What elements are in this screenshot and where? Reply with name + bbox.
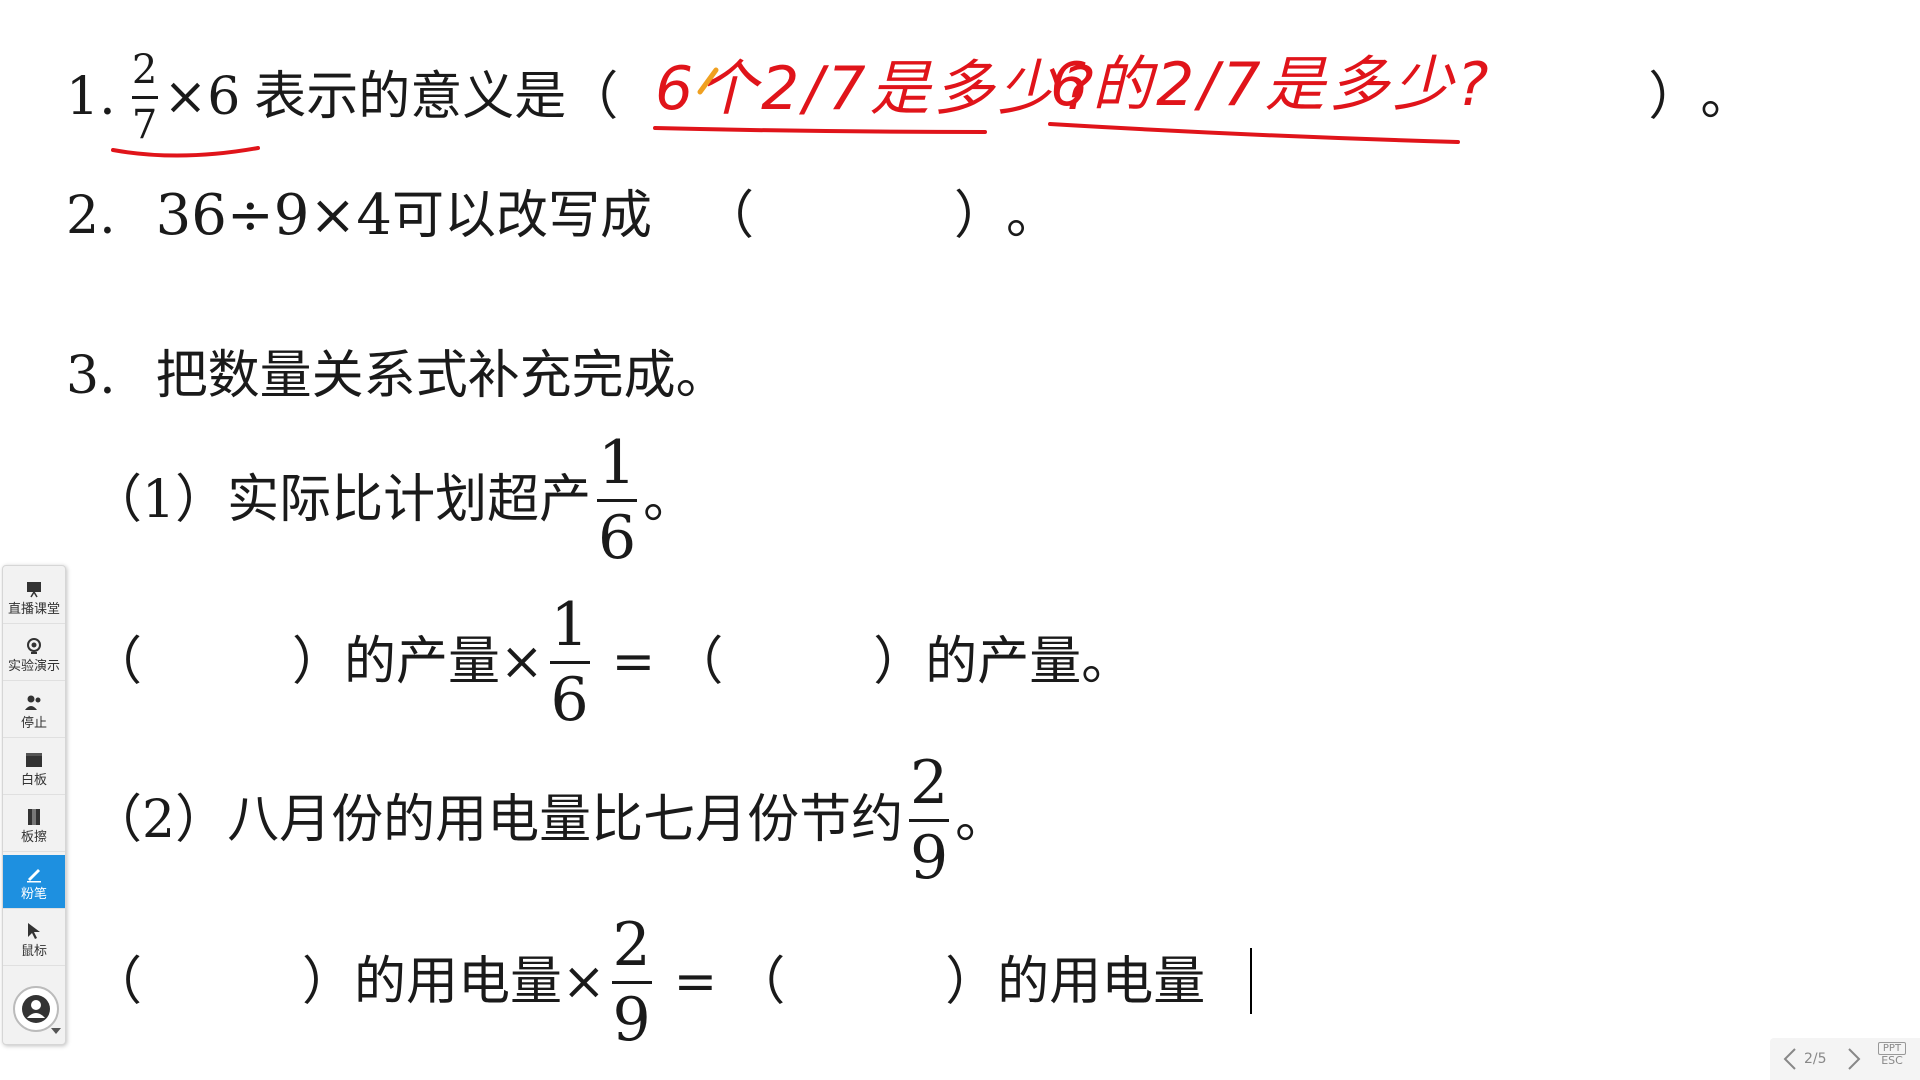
eq1-close-paren-1: ） <box>292 632 345 692</box>
question-3: 3. 把数量关系式补充完成。 <box>66 350 728 402</box>
avatar-dropdown-caret[interactable] <box>51 1028 61 1034</box>
q1-fraction-bar <box>131 95 158 99</box>
chevron-right-icon <box>1848 1048 1861 1070</box>
q2-number: 2. <box>66 186 116 246</box>
esc-label: ESC <box>1881 1054 1903 1067</box>
eq1-open-paren-1: （ <box>90 632 143 692</box>
user-icon <box>22 995 50 1023</box>
user-avatar[interactable] <box>13 986 59 1032</box>
chevron-left-icon <box>1783 1048 1796 1070</box>
q3-sub2-text: 八月份的用电量比七月份节约 <box>227 790 904 850</box>
eq2-tail-text: 的用电量 <box>997 952 1206 1012</box>
eq1-equals: = <box>611 632 656 692</box>
eraser-icon <box>23 806 45 828</box>
tool-label: 板擦 <box>20 829 47 845</box>
eq1-tail-text: 的产量。 <box>925 632 1134 692</box>
q3-equation-1: （ ） 的产量× 1 6 = （ ） 的产量。 <box>90 594 1133 730</box>
q3-sub1: （1） 实际比计划超产 1 6 。 <box>90 432 695 568</box>
cursor-icon <box>23 920 45 942</box>
q3-sub1-period: 。 <box>643 470 696 530</box>
eq2-bar <box>611 980 652 984</box>
tool-label: 粉笔 <box>20 886 47 902</box>
q3-number: 3. <box>66 346 116 406</box>
users-stop-icon <box>23 692 45 714</box>
q2-expression: 36÷9×4 <box>155 183 392 248</box>
eq1-close-paren-2: ） <box>873 632 926 692</box>
eq2-close-paren-2: ） <box>945 952 998 1012</box>
q1-fraction-denominator: 7 <box>131 101 158 148</box>
tool-experiment-demo[interactable]: 实验演示 <box>3 627 65 681</box>
tool-chalk[interactable]: 粉笔 <box>3 855 65 909</box>
whiteboard-icon <box>23 749 45 771</box>
next-slide-button[interactable] <box>1844 1046 1864 1072</box>
question-2: 2. 36÷9×4 可以改写成 （ ） 。 <box>66 188 1058 244</box>
eq1-denominator: 6 <box>550 664 589 735</box>
q3-sub2-fraction: 2 9 <box>909 747 950 893</box>
eq2-denominator: 9 <box>612 984 651 1055</box>
q3-sub1-fraction: 1 6 <box>597 427 638 573</box>
tool-stop[interactable]: 停止 <box>3 684 65 738</box>
tool-live-class[interactable]: 直播课堂 <box>3 570 65 624</box>
q2-period: 。 <box>1006 186 1059 246</box>
q3-sub2-label: （2） <box>90 790 228 850</box>
q2-text: 可以改写成 <box>391 186 652 246</box>
eq2-numerator: 2 <box>612 909 651 980</box>
q3-sub2-denominator: 9 <box>910 822 949 893</box>
eq2-open-paren-2: （ <box>733 952 786 1012</box>
q3-text: 把数量关系式补充完成。 <box>155 346 728 406</box>
tool-label: 停止 <box>20 715 47 731</box>
prev-slide-button[interactable] <box>1780 1046 1800 1072</box>
q1-number: 1. <box>66 67 116 127</box>
tool-label: 白板 <box>20 772 47 788</box>
tool-label: 实验演示 <box>7 658 60 674</box>
teaching-toolbar: 直播课堂 实验演示 停止 白板 板擦 粉笔 鼠标 <box>2 565 66 1045</box>
eq1-middle-text: 的产量× <box>344 632 544 692</box>
text-cursor <box>1250 948 1252 1014</box>
tool-eraser[interactable]: 板擦 <box>3 798 65 852</box>
eq1-bar <box>549 660 590 664</box>
q3-sub1-bar <box>597 498 638 502</box>
q2-open-paren: （ <box>702 186 755 246</box>
q3-sub1-denominator: 6 <box>598 502 637 573</box>
page-indicator: 2/5 <box>1804 1051 1827 1067</box>
q3-sub2: （2） 八月份的用电量比七月份节约 2 9 。 <box>90 752 1007 888</box>
eq2-middle-text: 的用电量× <box>354 952 606 1012</box>
tool-whiteboard[interactable]: 白板 <box>3 741 65 795</box>
q3-sub2-numerator: 2 <box>910 747 949 818</box>
pen-icon <box>23 863 45 885</box>
slide-navigator: 2/5 PPT ESC <box>1770 1038 1920 1080</box>
eq1-open-paren-2: （ <box>671 632 724 692</box>
q3-sub1-label: （1） <box>90 470 228 530</box>
q1-text: 表示的意义是 <box>254 67 567 127</box>
handwritten-answer-2: 6的2/7是多少? <box>1050 50 1493 120</box>
eq2-equals: = <box>673 952 718 1012</box>
eq2-close-paren-1: ） <box>302 952 355 1012</box>
camera-icon <box>23 635 45 657</box>
q3-sub1-numerator: 1 <box>598 427 637 498</box>
q1-fraction-numerator: 2 <box>131 46 158 93</box>
q3-equation-2: （ ） 的用电量× 2 9 = （ ） 的用电量 <box>90 914 1205 1050</box>
tool-label: 鼠标 <box>20 943 47 959</box>
handwritten-answer-1: 6个2/7是多少? <box>655 54 1098 124</box>
eq2-fraction: 2 9 <box>611 909 652 1055</box>
q1-close-paren: ） <box>1648 67 1701 127</box>
q1-open-paren: （ <box>566 67 619 127</box>
exit-presentation-button[interactable]: PPT ESC <box>1874 1042 1910 1067</box>
q1-fraction: 2 7 <box>131 46 158 148</box>
eq1-fraction: 1 6 <box>549 589 590 735</box>
q3-sub2-period: 。 <box>955 790 1008 850</box>
q1-multiplier: ×6 <box>163 67 241 127</box>
presentation-icon <box>23 578 45 600</box>
q3-sub1-text: 实际比计划超产 <box>227 470 592 530</box>
q3-sub2-bar <box>909 818 950 822</box>
slide-canvas: 1. 2 7 ×6 表示的意义是 （ ） 。 2. 36÷9×4 可以改写成 （… <box>0 0 1920 1080</box>
tool-mouse[interactable]: 鼠标 <box>3 912 65 966</box>
q2-close-paren: ） <box>954 186 1007 246</box>
tool-label: 直播课堂 <box>7 601 60 617</box>
q1-period: 。 <box>1700 67 1753 127</box>
eq2-open-paren-1: （ <box>90 952 143 1012</box>
eq1-numerator: 1 <box>550 589 589 660</box>
